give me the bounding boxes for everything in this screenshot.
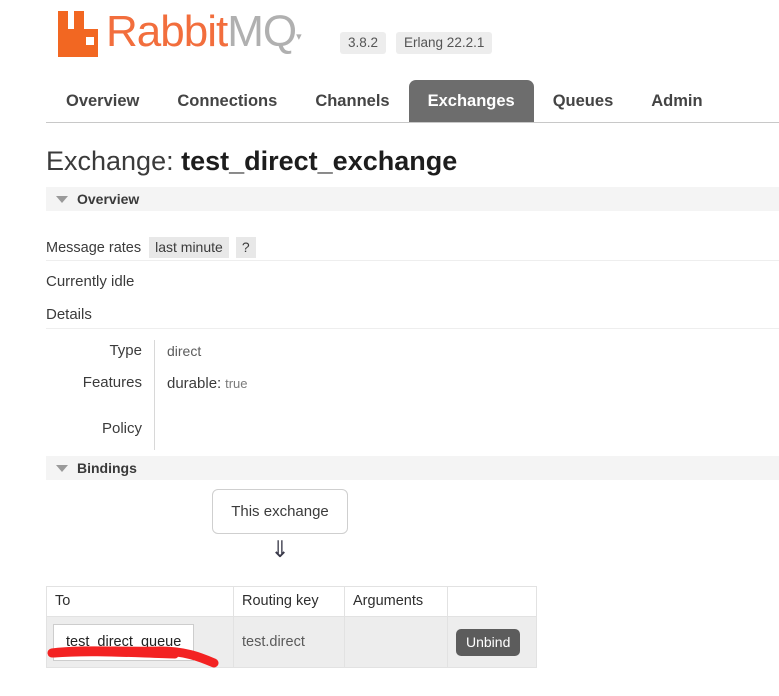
table-row: test_direct_queue test.direct Unbind xyxy=(46,616,537,668)
exchange-details-table: Type direct Features durable: true Polic… xyxy=(46,340,387,450)
nav-tab-list: Overview Connections Channels Exchanges … xyxy=(46,80,779,122)
bindings-col-to: To xyxy=(46,586,234,617)
details-row-type: Type direct xyxy=(46,340,387,372)
version-badges: 3.8.2 Erlang 22.2.1 xyxy=(340,32,493,54)
details-label: Details xyxy=(46,306,779,329)
details-key-policy: Policy xyxy=(101,420,142,437)
message-rates-label: Message rates xyxy=(46,239,142,256)
binding-action-cell: Unbind xyxy=(447,616,537,668)
page-title-label: Exchange: xyxy=(46,146,174,176)
rabbitmq-logo[interactable]: RabbitMQ▾ xyxy=(56,8,302,57)
tab-overview[interactable]: Overview xyxy=(46,80,158,122)
logo-wordmark: RabbitMQ▾ xyxy=(106,10,302,59)
binding-destination-cell: test_direct_queue xyxy=(46,616,234,668)
bindings-table: To Routing key Arguments test_direct_que… xyxy=(46,586,537,668)
message-rates-row: Message rates last minute ? xyxy=(46,235,779,261)
app-header: RabbitMQ▾ 3.8.2 Erlang 22.2.1 xyxy=(0,0,779,78)
feature-durable-value: true xyxy=(225,376,248,391)
details-row-policy: Policy xyxy=(46,418,387,450)
this-exchange-node: This exchange xyxy=(212,489,348,534)
bindings-table-head: To Routing key Arguments xyxy=(46,586,537,617)
logo-word-rabbit: Rabbit xyxy=(106,7,228,56)
double-down-arrow-icon: ⇓ xyxy=(270,536,290,562)
page-title-value: test_direct_exchange xyxy=(181,146,458,176)
tab-connections[interactable]: Connections xyxy=(158,80,296,122)
section-header-overview-label: Overview xyxy=(77,191,140,207)
logo-trademark: ▾ xyxy=(296,31,302,43)
rabbitmq-version-badge: 3.8.2 xyxy=(340,32,387,54)
rabbitmq-logo-icon xyxy=(56,11,102,57)
tab-channels[interactable]: Channels xyxy=(296,80,408,122)
currently-idle-status: Currently idle xyxy=(46,273,135,290)
message-rates-period-selector[interactable]: last minute xyxy=(149,237,229,258)
bindings-header-row: To Routing key Arguments xyxy=(46,586,537,617)
unbind-button[interactable]: Unbind xyxy=(456,628,521,656)
main-navigation: Overview Connections Channels Exchanges … xyxy=(46,80,779,123)
bindings-col-arguments: Arguments xyxy=(344,586,448,617)
details-value-policy xyxy=(154,418,387,450)
bindings-col-actions xyxy=(447,586,537,617)
page-title: Exchange: test_direct_exchange xyxy=(46,146,457,177)
chevron-down-icon xyxy=(56,195,68,203)
help-icon[interactable]: ? xyxy=(235,237,256,258)
tab-admin[interactable]: Admin xyxy=(632,80,721,122)
details-row-features: Features durable: true xyxy=(46,372,387,418)
details-key-type: Type xyxy=(109,342,142,359)
details-key-features: Features xyxy=(82,374,142,391)
section-header-bindings-label: Bindings xyxy=(77,460,137,476)
section-header-overview[interactable]: Overview xyxy=(46,187,779,211)
binding-routing-key-cell: test.direct xyxy=(233,616,345,668)
binding-arguments-cell xyxy=(344,616,448,668)
tab-exchanges[interactable]: Exchanges xyxy=(408,80,534,122)
feature-durable-key: durable: xyxy=(167,375,222,392)
bindings-col-routing-key: Routing key xyxy=(233,586,345,617)
details-value-type: direct xyxy=(154,340,387,372)
logo-word-mq: MQ xyxy=(227,7,297,56)
section-header-bindings[interactable]: Bindings xyxy=(46,456,779,480)
erlang-version-badge: Erlang 22.2.1 xyxy=(396,32,493,54)
tab-queues[interactable]: Queues xyxy=(534,80,633,122)
details-value-features: durable: true xyxy=(154,372,387,418)
chevron-down-icon xyxy=(56,464,68,472)
bindings-table-body: test_direct_queue test.direct Unbind xyxy=(46,616,537,668)
queue-link-test-direct-queue[interactable]: test_direct_queue xyxy=(53,623,195,661)
